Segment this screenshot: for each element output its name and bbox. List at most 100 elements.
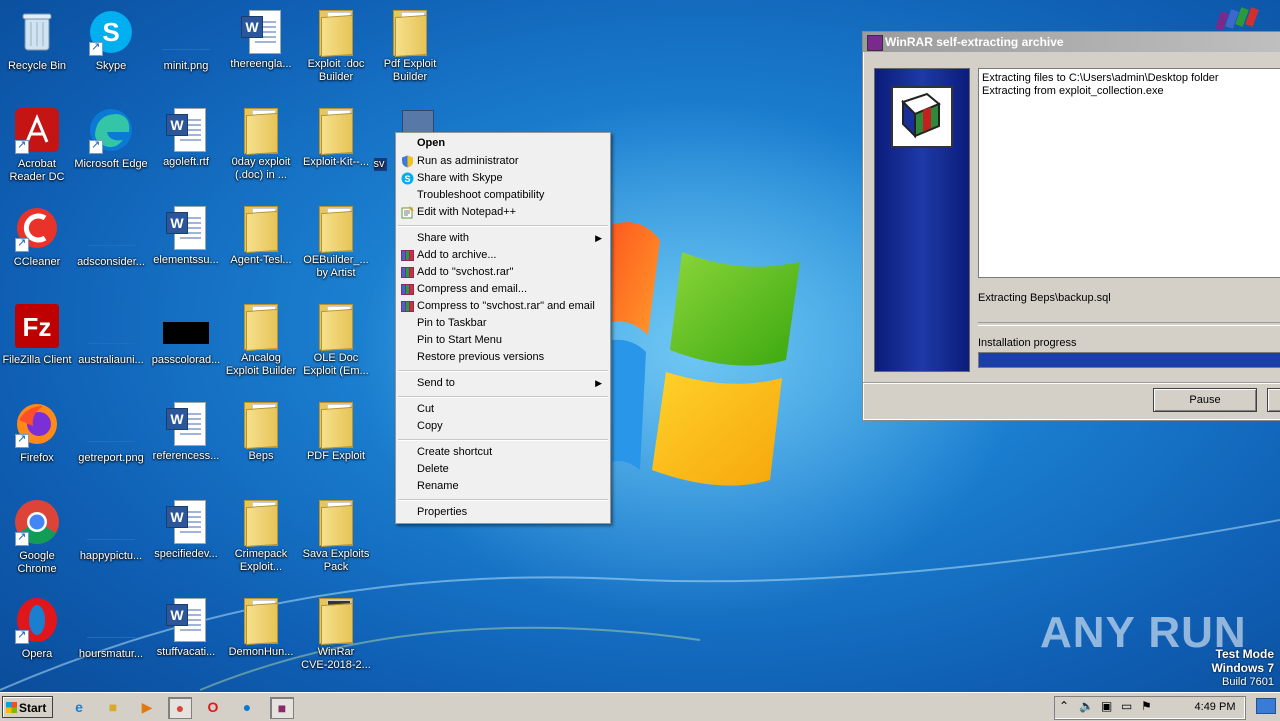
opera-taskbar-button[interactable]: O [202,697,224,717]
file-passcolorad[interactable]: passcolorad... [149,302,223,367]
system-tray: ⌃ 🔈 ▣ ▭ ⚑ 4:49 PM [1054,696,1246,720]
winrar-icon [401,300,414,313]
file-icon [87,302,135,350]
menu-item-add-to-archive[interactable]: Add to archive... [398,247,608,264]
menu-separator [398,225,608,227]
power-icon[interactable]: ▭ [1121,699,1132,713]
folder-winrar-cve[interactable]: WinRar CVE-2018-2... [299,596,373,672]
folder-ancalog[interactable]: Ancalog Exploit Builder [224,302,298,378]
file-referencess[interactable]: W referencess... [149,400,223,463]
pause-button[interactable]: Pause [1153,388,1257,412]
file-minit-png[interactable]: minit.png [149,8,223,73]
svg-text:S: S [404,174,410,184]
folder-beps[interactable]: Beps [224,400,298,463]
icon-label: PDF Exploit [306,450,366,462]
menu-item-add-to-svchost-rar[interactable]: Add to "svchost.rar" [398,264,608,281]
menu-item-restore-versions[interactable]: Restore previous versions [398,349,608,366]
file-stuffvacati[interactable]: W stuffvacati... [149,596,223,659]
menu-item-create-shortcut[interactable]: Create shortcut [398,444,608,461]
file-australiauni[interactable]: australiauni... [74,302,148,367]
word-document-icon: W [166,598,206,642]
file-happypictu[interactable]: happypictu... [74,498,148,563]
chrome-icon [13,498,61,546]
word-document-icon: W [166,500,206,544]
file-adsconsider[interactable]: adsconsider... [74,204,148,269]
filezilla-shortcut[interactable]: Fz FileZilla Client [0,302,74,367]
clock[interactable]: 4:49 PM [1185,701,1245,713]
window-title: WinRAR self-extracting archive [885,35,1064,49]
menu-item-troubleshoot[interactable]: Troubleshoot compatibility [398,187,608,204]
folder-sava-exploits[interactable]: Sava Exploits Pack [299,498,373,574]
icon-label: CCleaner [13,256,61,268]
tray-expand-icon[interactable]: ⌃ [1059,699,1069,713]
winrar-taskbar-button[interactable]: ■ [270,697,294,719]
menu-item-pin-taskbar[interactable]: Pin to Taskbar [398,315,608,332]
winrar-app-icon [867,35,883,51]
media-player-quicklaunch[interactable]: ▶ [136,697,158,717]
menu-item-open[interactable]: Open [398,135,608,152]
test-mode-notice: Test Mode Windows 7 Build 7601 [1211,647,1274,689]
icon-label: Pdf Exploit Builder [383,58,437,83]
file-getreport[interactable]: getreport.png [74,400,148,465]
network-icon[interactable]: ▣ [1101,699,1112,713]
menu-item-compress-email[interactable]: Compress and email... [398,281,608,298]
edge-shortcut[interactable]: Microsoft Edge [74,106,148,171]
folder-agent-tesla[interactable]: Agent-Tesl... [224,204,298,267]
show-desktop-button[interactable] [1256,698,1276,714]
filezilla-icon: Fz [13,302,61,350]
folder-exploit-doc-builder[interactable]: Exploit .doc Builder [299,8,373,84]
skype-shortcut[interactable]: S Skype [74,8,148,73]
winrar-icon [401,283,414,296]
menu-item-pin-start-menu[interactable]: Pin to Start Menu [398,332,608,349]
folder-icon [317,598,355,646]
file-agoleft-rtf[interactable]: W agoleft.rtf [149,106,223,169]
file-thereengla[interactable]: W thereengla... [224,8,298,71]
menu-item-edit-notepadpp[interactable]: Edit with Notepad++ [398,204,608,221]
folder-pdf-exploit[interactable]: PDF Exploit [299,400,373,463]
menu-item-rename[interactable]: Rename [398,478,608,495]
menu-item-properties[interactable]: Properties [398,504,608,521]
menu-item-send-to[interactable]: Send to ▶ [398,375,608,392]
opera-shortcut[interactable]: Opera [0,596,74,661]
folder-icon: ■ [108,699,118,715]
menu-item-copy[interactable]: Copy [398,418,608,435]
extraction-log[interactable]: Extracting files to C:\Users\admin\Deskt… [978,68,1280,278]
menu-item-delete[interactable]: Delete [398,461,608,478]
edge-icon: ● [242,699,252,715]
menu-item-run-as-admin[interactable]: Run as administrator [398,153,608,170]
cancel-button[interactable] [1267,388,1280,412]
winrar-sfx-window: WinRAR self-extracting archive Extractin… [862,31,1280,421]
folder-0day-exploit[interactable]: 0day exploit (.doc) in ... [224,106,298,182]
ie-quicklaunch[interactable]: e [68,697,90,717]
folder-demonhun[interactable]: DemonHun... [224,596,298,659]
chrome-taskbar-button[interactable]: ● [168,697,192,719]
folder-oebuilder[interactable]: OEBuilder_... by Artist [299,204,373,280]
file-elementssu[interactable]: W elementssu... [149,204,223,267]
recycle-bin-shortcut[interactable]: Recycle Bin [0,8,74,73]
menu-item-compress-to-svchost-email[interactable]: Compress to "svchost.rar" and email [398,298,608,315]
ccleaner-shortcut[interactable]: CCleaner [0,204,74,269]
chrome-shortcut[interactable]: Google Chrome [0,498,74,576]
file-specifiedev[interactable]: W specifiedev... [149,498,223,561]
explorer-quicklaunch[interactable]: ■ [102,697,124,717]
file-hoursmatur[interactable]: hoursmatur... [74,596,148,661]
menu-separator [398,499,608,501]
folder-ole-doc-exploit[interactable]: OLE Doc Exploit (Em... [299,302,373,378]
folder-icon [391,10,429,58]
volume-icon[interactable]: 🔈 [1079,699,1094,713]
folder-crimepack[interactable]: Crimepack Exploit... [224,498,298,574]
folder-icon [242,402,280,450]
menu-item-cut[interactable]: Cut [398,401,608,418]
edge-taskbar-button[interactable]: ● [236,697,258,717]
folder-pdf-exploit-builder[interactable]: Pdf Exploit Builder [373,8,447,84]
firefox-shortcut[interactable]: Firefox [0,400,74,465]
action-center-flag-icon[interactable]: ⚑ [1141,699,1152,713]
acrobat-shortcut[interactable]: Acrobat Reader DC [0,106,74,184]
folder-exploit-kit[interactable]: Exploit-Kit--... [299,106,373,169]
window-titlebar[interactable]: WinRAR self-extracting archive [863,32,1280,52]
menu-item-share-skype[interactable]: S Share with Skype [398,170,608,187]
submenu-arrow-icon: ▶ [595,378,602,388]
start-button[interactable]: Start [2,696,53,718]
menu-item-share-with[interactable]: Share with ▶ [398,230,608,247]
svg-text:S: S [102,17,119,47]
